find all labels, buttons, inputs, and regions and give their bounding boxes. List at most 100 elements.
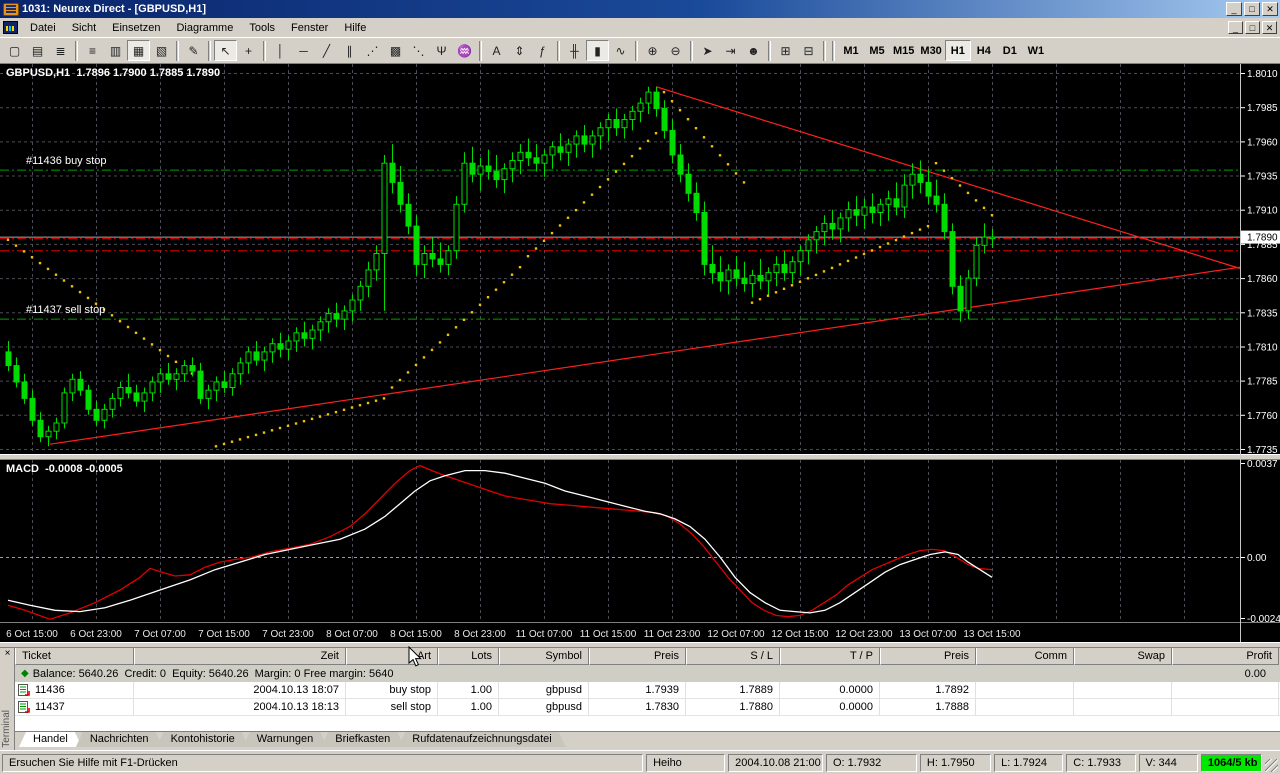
zoom-in-icon: ⊕ (647, 45, 657, 57)
column-header-Swap[interactable]: Swap (1074, 648, 1172, 665)
trendline-button[interactable]: ╱ (315, 40, 338, 61)
balance-profit: 0.00 (1245, 668, 1280, 680)
chart-area[interactable]: 1.80101.79851.79601.79351.79101.78851.78… (0, 64, 1280, 642)
expert-advisors-button[interactable]: ☻ (742, 40, 765, 61)
candlestick-chart-icon: ▮ (594, 45, 601, 57)
period-M1-button[interactable]: M1 (838, 40, 864, 61)
auto-scroll-button[interactable]: ➤ (696, 40, 719, 61)
menu-datei[interactable]: Datei (22, 20, 64, 36)
zoom-out-button[interactable]: ⊖ (664, 40, 687, 61)
column-header-Art[interactable]: Art (346, 648, 438, 665)
column-header-Preis[interactable]: Preis (589, 648, 686, 665)
new-chart-button[interactable]: ▢ (3, 40, 26, 61)
period-W1-button[interactable]: W1 (1023, 40, 1049, 61)
toolbar-separator (823, 41, 826, 61)
indicators-list-button[interactable]: ƒ (531, 40, 554, 61)
tab-warnungen[interactable]: Warnungen (243, 732, 327, 747)
metaeditor-icon: ✎ (188, 45, 198, 57)
column-header-Symbol[interactable]: Symbol (499, 648, 589, 665)
cycle-lines-button[interactable]: ♒ (453, 40, 476, 61)
arrow-marks-icon: ⇕ (514, 45, 524, 57)
chart-shift-button[interactable]: ⇥ (719, 40, 742, 61)
menu-bar: DateiSichtEinsetzenDiagrammeToolsFenster… (0, 18, 1280, 38)
menu-tools[interactable]: Tools (241, 20, 283, 36)
app-icon[interactable] (3, 3, 19, 16)
chart-window-icon[interactable] (3, 21, 18, 34)
tab-handel[interactable]: Handel (19, 732, 82, 747)
period-M30-button[interactable]: M30 (917, 40, 944, 61)
crosshair-tool-button[interactable]: + (237, 40, 260, 61)
tab-kontohistorie[interactable]: Kontohistorie (157, 732, 249, 747)
order-cell-TP: 0.0000 (780, 699, 880, 716)
line-chart-button[interactable]: ∿ (609, 40, 632, 61)
cursor-tool-button[interactable]: ↖ (214, 40, 237, 61)
svg-text:12 Oct 07:00: 12 Oct 07:00 (707, 629, 765, 640)
menu-diagramme[interactable]: Diagramme (168, 20, 241, 36)
menu-fenster[interactable]: Fenster (283, 20, 336, 36)
fibo-retracement-button[interactable]: ⋰ (361, 40, 384, 61)
tab-briefkasten[interactable]: Briefkasten (321, 732, 404, 747)
equidistant-channel-button[interactable]: ∥ (338, 40, 361, 61)
column-header-Profit[interactable]: Profit (1172, 648, 1279, 665)
child-close-button[interactable]: ✕ (1262, 21, 1277, 34)
period-M15-button[interactable]: M15 (890, 40, 917, 61)
zoom-in-button[interactable]: ⊕ (641, 40, 664, 61)
column-header-Comm[interactable]: Comm (976, 648, 1074, 665)
line-chart-icon: ∿ (615, 45, 625, 57)
close-button[interactable]: ✕ (1262, 2, 1278, 16)
text-label-button[interactable]: A (485, 40, 508, 61)
menu-hilfe[interactable]: Hilfe (336, 20, 374, 36)
order-row[interactable]: 114372004.10.13 18:13sell stop1.00gbpusd… (15, 699, 1280, 716)
open-profile-button[interactable]: ▤ (26, 40, 49, 61)
horizontal-line-button[interactable]: ─ (292, 40, 315, 61)
tab-nachrichten[interactable]: Nachrichten (76, 732, 163, 747)
candlestick-chart-button[interactable]: ▮ (586, 40, 609, 61)
svg-text:1.7910: 1.7910 (1247, 206, 1278, 217)
period-M5-button[interactable]: M5 (864, 40, 890, 61)
vertical-line-button[interactable]: │ (269, 40, 292, 61)
period-D1-button[interactable]: D1 (997, 40, 1023, 61)
maximize-button[interactable]: □ (1244, 2, 1260, 16)
terminal-panel-icon: ▦ (133, 45, 144, 57)
fibo-fan-button[interactable]: ⋱ (407, 40, 430, 61)
period-H1-button[interactable]: H1 (945, 40, 971, 61)
chart-properties-icon: ▧ (156, 45, 167, 57)
terminal-panel-button[interactable]: ▦ (127, 40, 150, 61)
data-window-button[interactable]: ▥ (104, 40, 127, 61)
tile-windows-button[interactable]: ⊟ (797, 40, 820, 61)
bar-chart-button[interactable]: ╫ (563, 40, 586, 61)
andrews-pitchfork-button[interactable]: Ψ (430, 40, 453, 61)
arrow-marks-button[interactable]: ⇕ (508, 40, 531, 61)
new-window-button[interactable]: ⊞ (774, 40, 797, 61)
menu-einsetzen[interactable]: Einsetzen (104, 20, 168, 36)
period-H4-button[interactable]: H4 (971, 40, 997, 61)
column-header-Zeit[interactable]: Zeit (134, 648, 346, 665)
cursor-tool-icon: ↖ (220, 45, 230, 57)
open-profile-icon: ▤ (32, 45, 43, 57)
metaeditor-button[interactable]: ✎ (182, 40, 205, 61)
chart-properties-button[interactable]: ▧ (150, 40, 173, 61)
column-header-Preis[interactable]: Preis (880, 648, 976, 665)
minimize-button[interactable]: _ (1226, 2, 1242, 16)
toolbar-separator (832, 41, 835, 61)
svg-text:11 Oct 23:00: 11 Oct 23:00 (644, 629, 701, 640)
column-header-SL[interactable]: S / L (686, 648, 780, 665)
child-restore-button[interactable]: □ (1245, 21, 1260, 34)
cycle-lines-icon: ♒ (457, 45, 472, 57)
order-cell-Swap (1074, 699, 1172, 716)
order-row[interactable]: 114362004.10.13 18:07buy stop1.00gbpusd1… (15, 682, 1280, 699)
svg-text:0.00: 0.00 (1247, 553, 1267, 564)
fibo-grid-button[interactable]: ▩ (384, 40, 407, 61)
child-minimize-button[interactable]: _ (1228, 21, 1243, 34)
market-watch-button[interactable]: ≡ (81, 40, 104, 61)
price-chart-canvas[interactable]: 1.80101.79851.79601.79351.79101.78851.78… (0, 64, 1280, 642)
print-button[interactable]: ≣ (49, 40, 72, 61)
column-header-TP[interactable]: T / P (780, 648, 880, 665)
tab-rufdatenaufzeichnungsdatei[interactable]: Rufdatenaufzeichnungsdatei (398, 732, 565, 747)
column-header-Ticket[interactable]: Ticket (15, 648, 134, 665)
column-header-Lots[interactable]: Lots (438, 648, 499, 665)
resize-grip[interactable] (1265, 759, 1278, 772)
menu-sicht[interactable]: Sicht (64, 20, 104, 36)
svg-text:1.7960: 1.7960 (1247, 137, 1278, 148)
terminal-close-icon[interactable]: × (2, 649, 13, 660)
